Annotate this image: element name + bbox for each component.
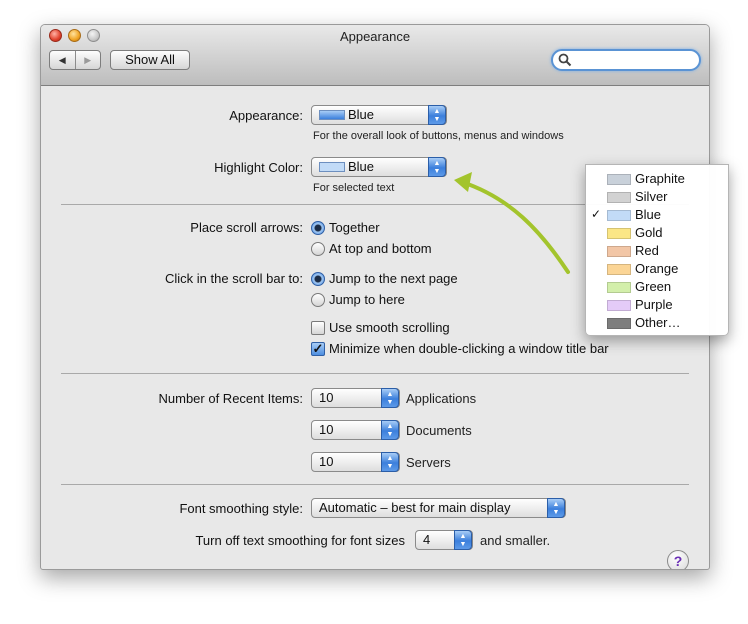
show-all-button[interactable]: Show All (110, 50, 190, 70)
back-forward-group: ◀ ▶ (49, 50, 101, 70)
highlight-swatch (319, 162, 345, 172)
popup-value: 10 (319, 390, 334, 405)
radio-label: Jump to here (329, 292, 405, 307)
chevron-updown-icon: ▲ ▼ (381, 388, 399, 408)
text-smoothing-size-popup[interactable]: 4 ▲ ▼ (415, 530, 473, 550)
color-swatch (607, 174, 631, 185)
font-smoothing-label: Font smoothing style: (179, 501, 303, 516)
annotation-arrow-head (454, 172, 472, 192)
menu-item-label: Graphite (635, 171, 685, 186)
forward-button[interactable]: ▶ (74, 51, 101, 69)
menu-item-purple[interactable]: Purple (586, 296, 728, 314)
popup-value: 4 (423, 532, 431, 547)
menu-item-gold[interactable]: Gold (586, 224, 728, 242)
menu-item-label: Red (635, 243, 659, 258)
popup-value: 10 (319, 422, 334, 437)
annotation-arrow-line (460, 180, 570, 274)
menu-item-red[interactable]: Red (586, 242, 728, 260)
recent-items-label: Number of Recent Items: (158, 391, 304, 406)
highlight-color-menu: Graphite Silver ✓ Blue Gold Red Orange Green Pur… (585, 164, 729, 336)
appearance-swatch (319, 110, 345, 120)
highlight-popup[interactable]: Blue ▲ ▼ (311, 157, 447, 177)
search-icon (558, 53, 572, 67)
radio-button[interactable] (311, 242, 325, 256)
chevron-updown-icon: ▲ ▼ (454, 530, 472, 550)
chevron-updown-icon: ▲ ▼ (547, 498, 565, 518)
color-swatch (607, 264, 631, 275)
menu-item-graphite[interactable]: Graphite (586, 170, 728, 188)
applications-label: Applications (406, 391, 477, 406)
appearance-value: Blue (348, 107, 375, 122)
radio-label: At top and bottom (329, 241, 432, 256)
radio-button[interactable] (311, 221, 325, 235)
back-button[interactable]: ◀ (50, 51, 75, 69)
appearance-label: Appearance: (229, 108, 303, 123)
menu-item-green[interactable]: Green (586, 278, 728, 296)
servers-label: Servers (406, 455, 451, 470)
highlight-label: Highlight Color: (214, 160, 303, 175)
checkbox-label: Minimize when double-clicking a window t… (329, 341, 609, 356)
recent-applications-popup[interactable]: 10 ▲ ▼ (311, 388, 400, 408)
checkbox-label: Use smooth scrolling (329, 320, 450, 335)
menu-item-label: Orange (635, 261, 679, 276)
window-title: Appearance (339, 29, 411, 44)
popup-value: Automatic – best for main display (319, 500, 511, 515)
menu-item-label: Silver (635, 189, 668, 204)
popup-value: 10 (319, 454, 334, 469)
search-field[interactable] (551, 49, 701, 71)
menu-item-blue[interactable]: ✓ Blue (586, 206, 728, 224)
radio-button[interactable] (311, 293, 325, 307)
color-swatch (607, 246, 631, 257)
titlebar: Appearance ◀ ▶ Show All (41, 25, 709, 86)
divider (61, 373, 689, 374)
appearance-popup[interactable]: Blue ▲ ▼ (311, 105, 447, 125)
minimize-double-click-checkbox[interactable]: ✓ (311, 342, 325, 356)
menu-item-label: Purple (635, 297, 673, 312)
chevron-updown-icon: ▲ ▼ (381, 452, 399, 472)
text-smoothing-label: Turn off text smoothing for font sizes (195, 533, 405, 548)
smooth-scrolling-checkbox[interactable] (311, 321, 325, 335)
color-swatch (607, 192, 631, 203)
help-button[interactable]: ? (667, 550, 689, 569)
appearance-note: For the overall look of buttons, menus a… (313, 130, 564, 142)
color-swatch (607, 228, 631, 239)
menu-item-label: Gold (635, 225, 663, 240)
color-swatch (607, 300, 631, 311)
font-smoothing-popup[interactable]: Automatic – best for main display ▲ ▼ (311, 498, 566, 518)
menu-item-orange[interactable]: Orange (586, 260, 728, 278)
menu-item-label: Green (635, 279, 672, 294)
text-smoothing-suffix: and smaller. (480, 533, 551, 548)
chevron-updown-icon: ▲ ▼ (428, 105, 446, 125)
highlight-value: Blue (348, 159, 375, 174)
radio-button[interactable] (311, 272, 325, 286)
menu-item-other[interactable]: Other… (586, 314, 728, 332)
divider (61, 484, 689, 485)
scroll-click-label: Click in the scroll bar to: (165, 271, 303, 286)
color-swatch (607, 282, 631, 293)
menu-item-label: Other… (635, 315, 681, 330)
annotation-arrow (454, 172, 570, 274)
color-swatch (607, 318, 631, 329)
recent-servers-popup[interactable]: 10 ▲ ▼ (311, 452, 400, 472)
recent-documents-popup[interactable]: 10 ▲ ▼ (311, 420, 400, 440)
checkmark-icon: ✓ (591, 207, 602, 221)
highlight-note: For selected text (313, 182, 395, 194)
menu-item-silver[interactable]: Silver (586, 188, 728, 206)
color-swatch (607, 210, 631, 221)
chevron-updown-icon: ▲ ▼ (381, 420, 399, 440)
radio-label: Jump to the next page (329, 271, 458, 286)
documents-label: Documents (406, 423, 472, 438)
menu-item-label: Blue (635, 207, 662, 222)
radio-label: Together (329, 220, 380, 235)
scroll-arrows-label: Place scroll arrows: (190, 220, 303, 235)
